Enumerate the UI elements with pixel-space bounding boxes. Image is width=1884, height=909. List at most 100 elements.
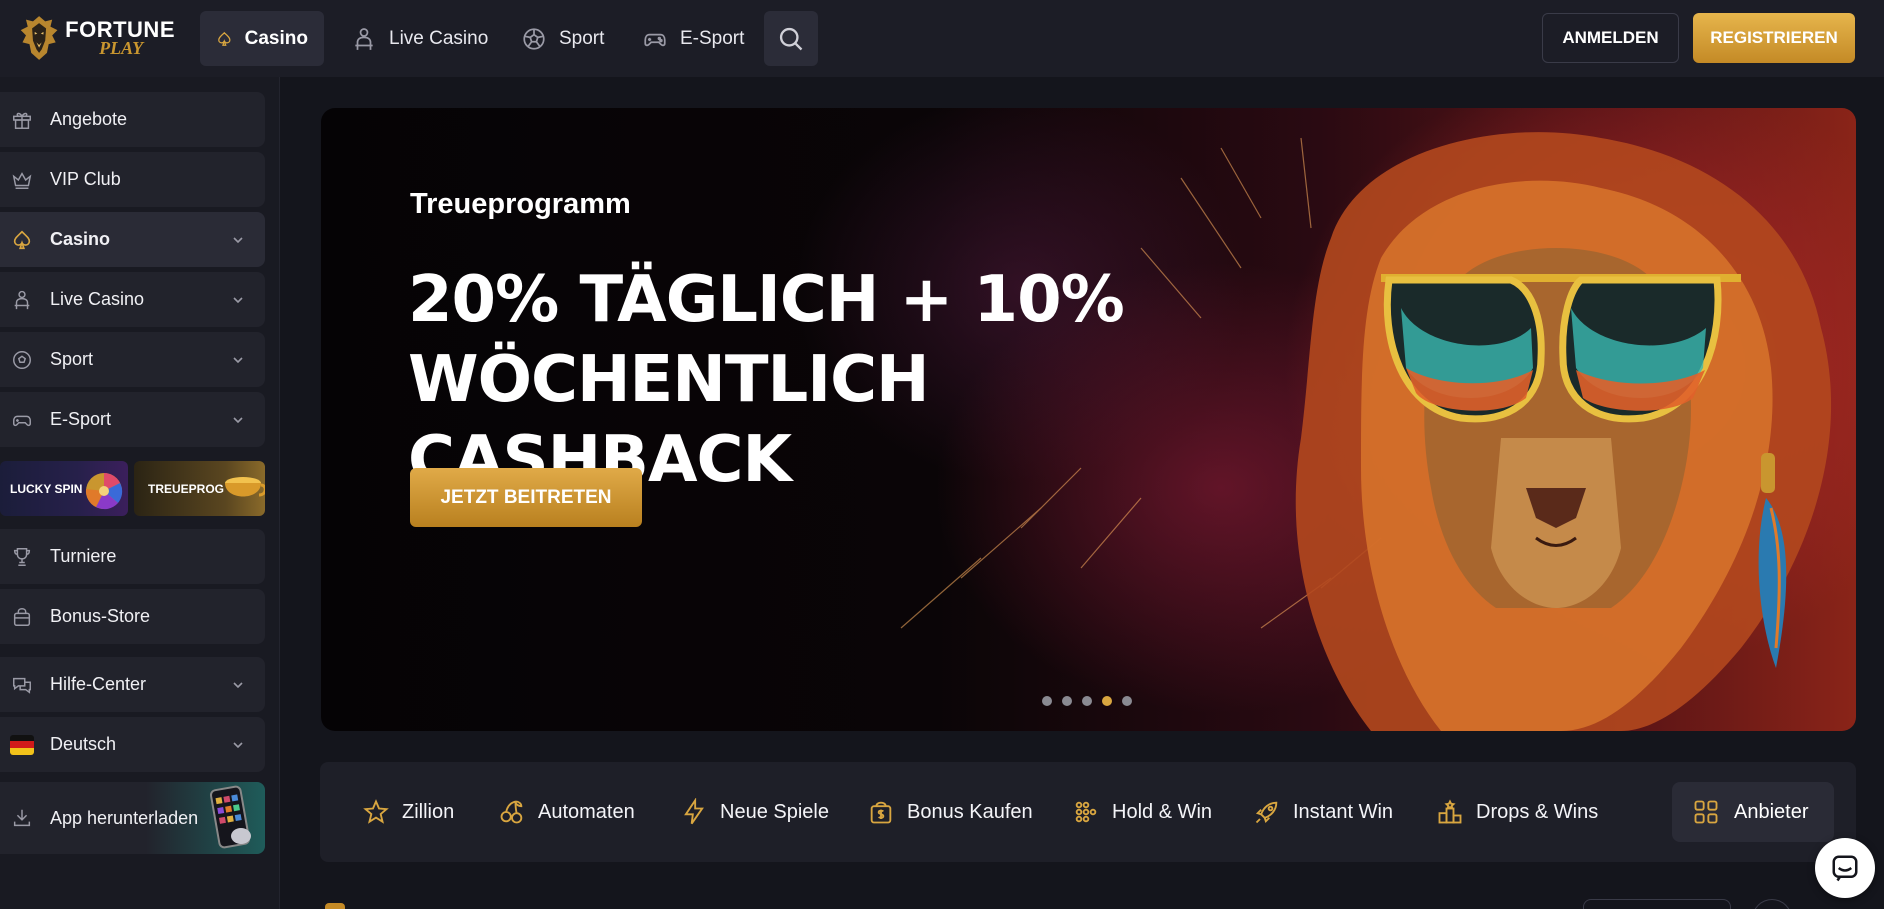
fortune-play-logo[interactable]: FORTUNE PLAY [19, 10, 175, 66]
chevron-down-icon [233, 356, 243, 363]
tab-sport-label: Sport [559, 27, 605, 49]
star-icon [363, 799, 389, 824]
hero-subtitle: Treueprogramm [410, 188, 631, 220]
tab-casino-label: Casino [244, 27, 308, 49]
sidebar-item-angebote[interactable]: Angebote [0, 92, 265, 147]
join-now-button[interactable]: JETZT BEITRETEN [410, 468, 642, 527]
tab-casino[interactable]: Casino [200, 11, 324, 66]
chat-icon [1832, 855, 1858, 882]
rocket-icon [1255, 801, 1278, 824]
live-chat-button[interactable] [1815, 838, 1875, 898]
search-button[interactable] [764, 11, 818, 66]
sidebar-item-casino[interactable]: Casino [0, 212, 265, 267]
category-neue-spiele[interactable]: Neue Spiele [680, 762, 829, 862]
hero-banner[interactable]: Treueprogramm 20% TÄGLICH + 10% WÖCHENTL… [321, 108, 1856, 731]
crown-icon [10, 168, 34, 192]
category-label: Zillion [402, 800, 455, 823]
language-selector[interactable]: Deutsch [0, 717, 265, 772]
scroll-arrow-button[interactable] [1752, 899, 1792, 909]
sidebar-item-label: Casino [50, 229, 111, 249]
providers-button[interactable]: Anbieter [1672, 782, 1834, 842]
providers-label: Anbieter [1734, 800, 1809, 823]
sidebar: Angebote VIP Club Casino Live Casino Spo… [0, 77, 280, 909]
carousel-dot[interactable] [1102, 696, 1112, 706]
spade-icon [10, 228, 34, 252]
register-button[interactable]: REGISTRIEREN [1693, 13, 1855, 63]
sidebar-item-label: Hilfe-Center [50, 674, 147, 694]
category-label: Bonus Kaufen [907, 800, 1033, 823]
filter-dropdown[interactable] [1583, 899, 1731, 909]
lightning-icon [684, 798, 704, 825]
golden-cup-icon [225, 477, 265, 497]
sidebar-item-sport[interactable]: Sport [0, 332, 265, 387]
phone-icon [209, 785, 251, 849]
tab-live-casino-label: Live Casino [389, 27, 489, 49]
download-icon [10, 806, 34, 830]
treueprogramm-promo[interactable]: TREUEPROG [134, 461, 265, 516]
login-button[interactable]: ANMELDEN [1542, 13, 1679, 63]
trophy-icon [10, 545, 34, 569]
tab-sport[interactable]: Sport [505, 11, 620, 66]
sidebar-item-turniere[interactable]: Turniere [0, 529, 265, 584]
carousel-dot[interactable] [1042, 696, 1052, 706]
chevron-down-icon [233, 236, 243, 243]
language-label: Deutsch [50, 734, 117, 754]
category-label: Neue Spiele [720, 800, 829, 823]
chevron-down-icon [233, 681, 243, 688]
podium-icon [1438, 799, 1462, 824]
dots-grid-icon [1075, 801, 1097, 823]
sidebar-item-label: Turniere [50, 546, 117, 566]
tab-live-casino[interactable]: Live Casino [335, 11, 504, 66]
category-instant-win[interactable]: Instant Win [1253, 762, 1393, 862]
lucky-spin-promo[interactable]: LUCKY SPIN [0, 461, 128, 516]
category-label: Automaten [538, 800, 635, 823]
carousel-dot[interactable] [1122, 696, 1132, 706]
carousel-dot[interactable] [1082, 696, 1092, 706]
soccer-ball-icon [10, 348, 34, 372]
lucky-spin-label: LUCKY SPIN [10, 481, 83, 496]
tab-e-sport[interactable]: E-Sport [626, 11, 760, 66]
category-hold-and-win[interactable]: Hold & Win [1072, 762, 1212, 862]
logo-wordmark-play: PLAY [99, 38, 144, 58]
carousel-dots [1042, 696, 1132, 706]
sidebar-item-label: E-Sport [50, 409, 112, 429]
gamepad-icon [644, 33, 666, 46]
chevron-down-icon [233, 296, 243, 303]
sidebar-item-live-casino[interactable]: Live Casino [0, 272, 265, 327]
category-bonus-kaufen[interactable]: Bonus Kaufen [867, 762, 1033, 862]
gift-icon [10, 108, 34, 132]
sidebar-item-label: Live Casino [50, 289, 145, 309]
category-drops-and-wins[interactable]: Drops & Wins [1436, 762, 1598, 862]
dealer-icon [355, 27, 373, 50]
lion-logo-icon [20, 16, 58, 60]
sidebar-item-label: Sport [50, 349, 94, 369]
soccer-ball-icon [523, 27, 545, 50]
cherries-icon [500, 800, 523, 824]
sidebar-item-e-sport[interactable]: E-Sport [0, 392, 265, 447]
bag-icon [10, 605, 34, 629]
spade-icon [218, 31, 231, 46]
category-label: Hold & Win [1112, 800, 1213, 823]
hero-headline-line1: 20% TÄGLICH + 10% [408, 263, 1125, 337]
hero-headline: 20% TÄGLICH + 10% WÖCHENTLICH CASHBACK [408, 260, 1208, 500]
chevron-down-icon [233, 416, 243, 423]
sidebar-item-vip-club[interactable]: VIP Club [0, 152, 265, 207]
category-automaten[interactable]: Automaten [498, 762, 635, 862]
prize-wheel-icon [85, 473, 123, 510]
game-category-bar: Zillion Automaten Neue Spiele Bonus Kauf… [320, 762, 1856, 862]
app-download-label: App herunterladen [50, 807, 199, 828]
tab-e-sport-label: E-Sport [680, 27, 745, 49]
chevron-down-icon [233, 741, 243, 748]
grid-icon [1694, 800, 1718, 824]
bonus-bag-icon [870, 801, 892, 824]
sidebar-item-label: Bonus-Store [50, 606, 151, 626]
search-icon [779, 27, 803, 50]
app-download-button[interactable]: App herunterladen [0, 782, 265, 854]
top-navigation-bar: FORTUNE PLAY Casino Live Casino Sport E-… [0, 0, 1884, 77]
sidebar-item-hilfe-center[interactable]: Hilfe-Center [0, 657, 265, 712]
sidebar-item-label: Angebote [50, 109, 128, 129]
carousel-dot[interactable] [1062, 696, 1072, 706]
category-zillion[interactable]: Zillion [362, 762, 454, 862]
sidebar-item-bonus-store[interactable]: Bonus-Store [0, 589, 265, 644]
gamepad-icon [10, 408, 34, 432]
